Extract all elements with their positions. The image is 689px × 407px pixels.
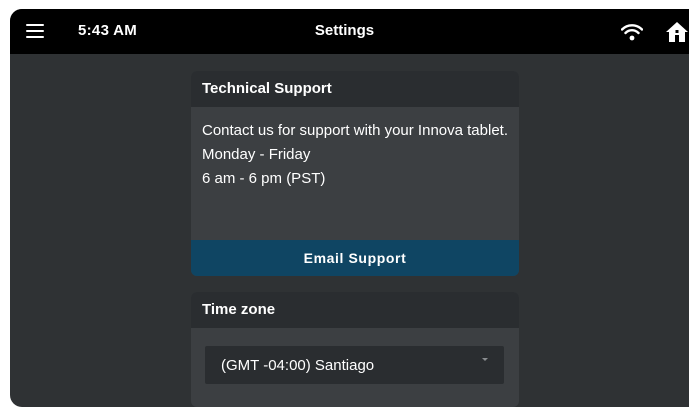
support-hours: 6 am - 6 pm (PST) <box>202 170 326 187</box>
time-zone-selected-value: (GMT -04:00) Santiago <box>221 357 375 374</box>
time-zone-select[interactable]: (GMT -04:00) Santiago <box>205 346 504 384</box>
chevron-down-icon <box>482 358 488 361</box>
page-title: Settings <box>314 22 375 39</box>
wifi-icon <box>621 24 643 41</box>
technical-support-body: Contact us for support with your Innova … <box>191 107 519 239</box>
support-days: Monday - Friday <box>202 146 311 163</box>
home-icon[interactable] <box>665 21 689 43</box>
settings-screen: 5:43 AM Settings Technical Support Conta… <box>10 9 689 407</box>
technical-support-card: Technical Support Contact us for support… <box>191 71 519 276</box>
time-zone-card: Time zone (GMT -04:00) Santiago <box>191 292 519 407</box>
technical-support-heading: Technical Support <box>191 71 519 107</box>
email-support-button[interactable]: Email Support <box>191 240 519 276</box>
time-zone-heading: Time zone <box>191 292 519 328</box>
support-description: Contact us for support with your Innova … <box>202 122 508 139</box>
top-bar: 5:43 AM Settings <box>10 9 689 54</box>
